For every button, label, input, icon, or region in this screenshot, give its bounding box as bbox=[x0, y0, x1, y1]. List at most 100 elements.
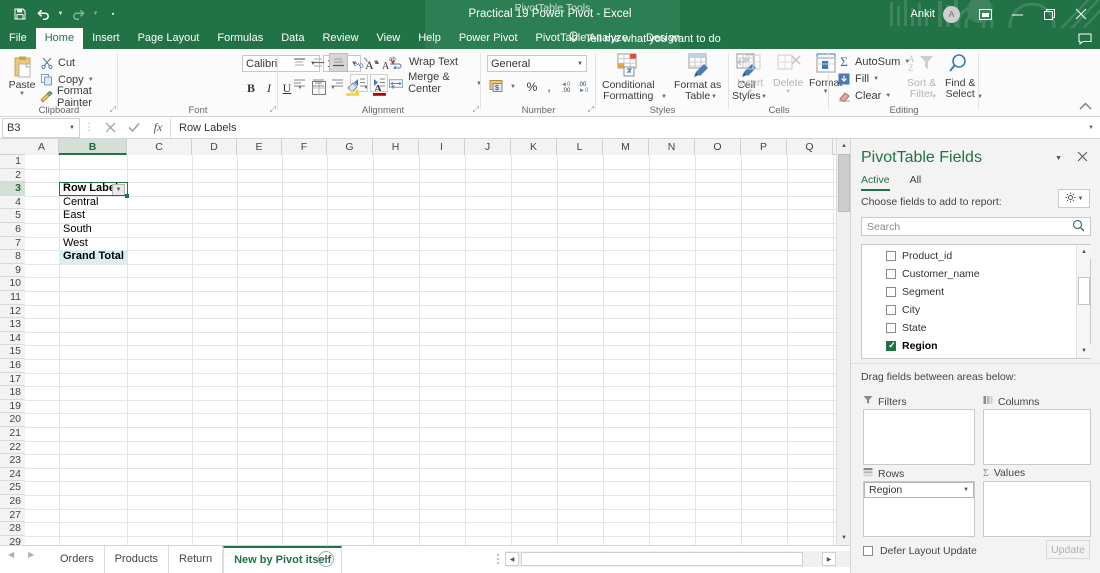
column-header-B[interactable]: B bbox=[59, 139, 127, 155]
percent-style-button[interactable]: % bbox=[523, 77, 541, 96]
row-header-20[interactable]: 20 bbox=[0, 413, 25, 427]
column-header-F[interactable]: F bbox=[282, 139, 327, 155]
row-header-26[interactable]: 26 bbox=[0, 495, 25, 509]
sheet-tab-products[interactable]: Products bbox=[105, 546, 170, 573]
field-list-scrollbar[interactable]: ▲ ▼ bbox=[1076, 245, 1091, 358]
insert-cells-button[interactable]: Insert ▼ bbox=[737, 53, 763, 95]
column-header-A[interactable]: A bbox=[25, 139, 59, 155]
next-sheet-icon[interactable]: ▶ bbox=[28, 550, 34, 559]
undo-dropdown-icon[interactable]: ▼ bbox=[56, 11, 65, 17]
tab-view[interactable]: View bbox=[368, 28, 410, 49]
row-header-11[interactable]: 11 bbox=[0, 291, 25, 305]
field-checkbox[interactable] bbox=[886, 251, 896, 261]
align-bottom-button[interactable] bbox=[329, 53, 348, 72]
tools-dropdown-icon[interactable]: ▼ bbox=[1078, 196, 1084, 202]
previous-sheet-icon[interactable]: ◀ bbox=[8, 550, 14, 559]
fill-handle[interactable] bbox=[125, 194, 129, 198]
row-header-1[interactable]: 1 bbox=[0, 155, 25, 169]
column-header-Q[interactable]: Q bbox=[787, 139, 833, 155]
clipboard-dialog-launcher[interactable]: ⤢ bbox=[110, 105, 116, 115]
column-header-I[interactable]: I bbox=[419, 139, 465, 155]
row-header-28[interactable]: 28 bbox=[0, 522, 25, 536]
tab-help[interactable]: Help bbox=[409, 28, 450, 49]
column-header-H[interactable]: H bbox=[373, 139, 419, 155]
defer-layout-update-row[interactable]: Defer Layout Update bbox=[863, 545, 977, 557]
column-header-O[interactable]: O bbox=[695, 139, 741, 155]
expand-formula-bar-icon[interactable]: ▼ bbox=[1082, 118, 1100, 138]
tell-me-search[interactable]: Tell me what you want to do bbox=[568, 28, 721, 49]
row-header-19[interactable]: 19 bbox=[0, 399, 25, 414]
row-header-13[interactable]: 13 bbox=[0, 318, 25, 332]
field-checkbox[interactable] bbox=[886, 323, 896, 333]
find-select-button[interactable]: Find & Select bbox=[945, 53, 975, 100]
format-painter-button[interactable]: Format Painter bbox=[40, 85, 118, 109]
tab-page-layout[interactable]: Page Layout bbox=[129, 28, 209, 49]
search-icon[interactable] bbox=[1072, 219, 1085, 235]
field-scroll-up-icon[interactable]: ▲ bbox=[1077, 245, 1091, 259]
row-header-29[interactable]: 29 bbox=[0, 535, 25, 545]
scrollbar-grip[interactable] bbox=[497, 554, 500, 564]
row-header-17[interactable]: 17 bbox=[0, 372, 25, 387]
sheet-tab-return[interactable]: Return bbox=[169, 546, 224, 573]
conditional-formatting-dropdown-icon[interactable]: ▼ bbox=[659, 92, 669, 102]
tab-insert[interactable]: Insert bbox=[83, 28, 129, 49]
orientation-button[interactable]: ab bbox=[353, 54, 370, 71]
restore-button[interactable] bbox=[1034, 0, 1064, 28]
font-dialog-launcher[interactable]: ⤢ bbox=[270, 105, 276, 115]
field-item-region[interactable]: Region bbox=[886, 337, 938, 355]
chevron-down-icon[interactable]: ▼ bbox=[577, 61, 583, 67]
row-header-12[interactable]: 12 bbox=[0, 304, 25, 319]
autosum-button[interactable]: Σ AutoSum ▼ bbox=[837, 54, 910, 69]
row-header-15[interactable]: 15 bbox=[0, 345, 25, 359]
customize-qat-icon[interactable]: ▪ bbox=[103, 3, 123, 25]
pivot-item-central[interactable]: Central bbox=[59, 196, 127, 210]
row-header-18[interactable]: 18 bbox=[0, 386, 25, 400]
align-middle-button[interactable] bbox=[310, 54, 327, 71]
number-format-combo[interactable]: General ▼ bbox=[487, 55, 587, 72]
increase-indent-button[interactable] bbox=[370, 74, 388, 92]
tab-active-fields[interactable]: Active bbox=[861, 174, 890, 191]
row-header-2[interactable]: 2 bbox=[0, 168, 25, 183]
row-header-6[interactable]: 6 bbox=[0, 223, 25, 237]
pivot-item-south[interactable]: South bbox=[59, 223, 127, 237]
fill-dropdown-icon[interactable]: ▼ bbox=[873, 76, 879, 82]
align-top-button[interactable] bbox=[291, 54, 308, 71]
fill-button[interactable]: Fill ▼ bbox=[837, 71, 879, 86]
tab-file[interactable]: File bbox=[0, 28, 36, 49]
pivot-item-east[interactable]: East bbox=[59, 209, 127, 223]
wrap-text-button[interactable]: ab Wrap Text bbox=[389, 53, 458, 71]
scroll-up-icon[interactable]: ▲ bbox=[837, 139, 850, 153]
field-checkbox[interactable] bbox=[886, 287, 896, 297]
panel-close-icon[interactable] bbox=[1077, 151, 1088, 165]
horizontal-scroll-thumb[interactable] bbox=[521, 552, 803, 566]
tab-all-fields[interactable]: All bbox=[910, 174, 922, 191]
pivot-item-west[interactable]: West bbox=[59, 237, 127, 251]
tab-home[interactable]: Home bbox=[35, 28, 84, 49]
vertical-scroll-thumb[interactable] bbox=[838, 154, 850, 212]
row-header-5[interactable]: 5 bbox=[0, 209, 25, 223]
column-header-D[interactable]: D bbox=[192, 139, 237, 155]
name-box-dropdown-icon[interactable]: ▼ bbox=[69, 125, 75, 131]
clear-dropdown-icon[interactable]: ▼ bbox=[885, 93, 891, 99]
align-center-button[interactable] bbox=[310, 75, 327, 92]
panel-options-dropdown-icon[interactable]: ▼ bbox=[1055, 155, 1062, 162]
row-header-3[interactable]: 3 bbox=[0, 182, 25, 196]
field-list-tools-button[interactable]: ▼ bbox=[1058, 189, 1090, 208]
increase-decimal-button[interactable]: ◄0.00 bbox=[560, 77, 577, 96]
row-header-7[interactable]: 7 bbox=[0, 236, 25, 251]
delete-cells-dropdown-icon[interactable]: ▼ bbox=[785, 89, 791, 95]
row-header-27[interactable]: 27 bbox=[0, 508, 25, 523]
accounting-format-button[interactable]: $ bbox=[487, 77, 507, 96]
decrease-decimal-button[interactable]: .00 ►0 bbox=[577, 77, 594, 96]
save-icon[interactable] bbox=[10, 3, 30, 25]
formula-input[interactable]: Row Labels bbox=[170, 117, 1082, 138]
column-header-L[interactable]: L bbox=[557, 139, 603, 155]
align-left-button[interactable] bbox=[291, 75, 308, 92]
column-header-K[interactable]: K bbox=[511, 139, 557, 155]
column-header-G[interactable]: G bbox=[327, 139, 373, 155]
pivot-grand-total[interactable]: Grand Total bbox=[59, 250, 127, 264]
field-item-customer-name[interactable]: Customer_name bbox=[886, 265, 980, 283]
column-header-J[interactable]: J bbox=[465, 139, 511, 155]
sort-filter-dropdown-icon[interactable]: ▼ bbox=[929, 92, 939, 102]
area-box-values[interactable] bbox=[983, 481, 1091, 537]
